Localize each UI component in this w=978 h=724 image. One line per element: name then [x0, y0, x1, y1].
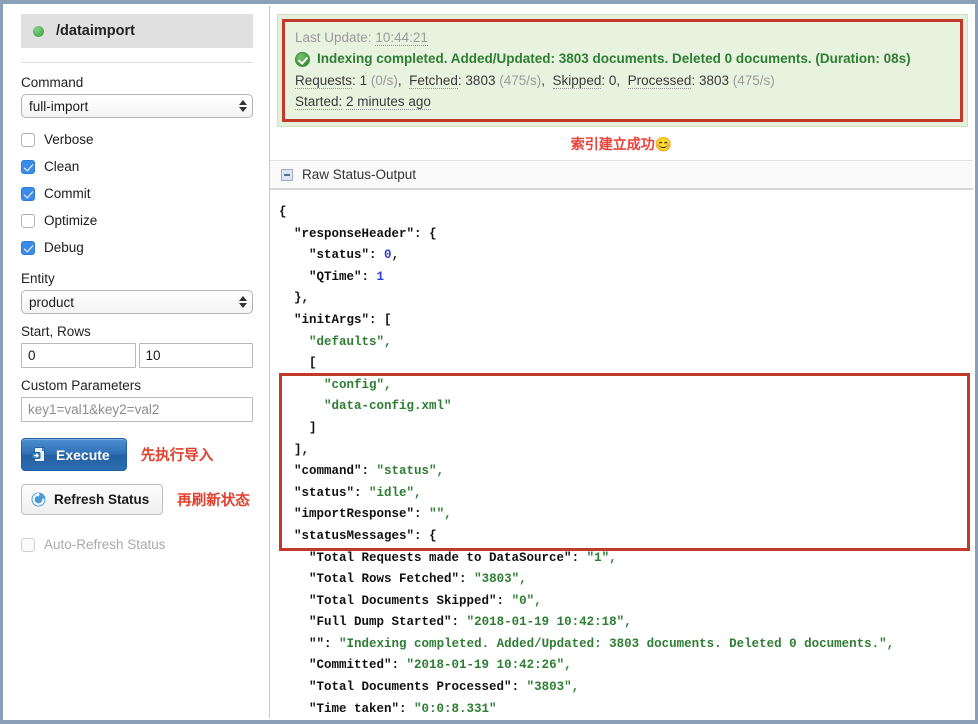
debug-label: Debug	[44, 240, 84, 255]
execute-icon	[31, 446, 46, 462]
last-update-label: Last Update:	[295, 30, 372, 45]
entity-label: Entity	[21, 271, 55, 286]
refresh-annotation: 再刷新状态	[177, 493, 250, 509]
commit-checkbox[interactable]	[21, 186, 35, 201]
checkbox-row-debug[interactable]: Debug	[21, 234, 253, 261]
dataimport-sidebar: /dataimport Command full-import Verbose …	[5, 6, 270, 718]
checkbox-row-verbose[interactable]: Verbose	[21, 126, 253, 153]
json-output: { "responseHeader": { "status": 0, "QTim…	[279, 205, 895, 716]
requests-rate: (0/s)	[370, 73, 398, 88]
command-select[interactable]: full-import	[21, 94, 253, 118]
auto-refresh-row[interactable]: Auto-Refresh Status	[21, 537, 253, 552]
auto-refresh-label: Auto-Refresh Status	[44, 537, 166, 552]
status-banner: Last Update: 10:44:21 Indexing completed…	[282, 19, 963, 122]
clean-label: Clean	[44, 159, 80, 174]
optimize-label: Optimize	[44, 213, 98, 228]
status-counters-line: Requests: 1 (0/s), Fetched: 3803 (475/s)…	[295, 73, 775, 89]
success-annotation: 索引建立成功😊	[570, 136, 673, 152]
custom-parameters-input[interactable]	[21, 397, 253, 422]
execute-row: Execute 先执行导入	[21, 438, 253, 471]
processed-value: 3803	[698, 73, 730, 88]
raw-status-output-header[interactable]: Raw Status-Output	[270, 160, 973, 190]
start-rows-row	[21, 343, 253, 368]
refresh-icon	[31, 492, 46, 507]
processed-rate: (475/s)	[732, 73, 775, 88]
execute-button[interactable]: Execute	[21, 438, 127, 471]
start-rows-label: Start, Rows	[21, 324, 91, 339]
entity-select-wrap: product	[21, 290, 253, 314]
started-label: Started:	[295, 94, 343, 110]
endpoint-label: /dataimport	[56, 23, 135, 39]
json-output-wrap: { "responseHeader": { "status": 0, "QTim…	[270, 190, 973, 718]
fetched-label: Fetched	[409, 73, 458, 89]
verbose-checkbox[interactable]	[21, 132, 35, 147]
refresh-status-button[interactable]: Refresh Status	[21, 484, 164, 515]
optimize-checkbox[interactable]	[21, 213, 35, 228]
collapse-minus-icon[interactable]	[281, 168, 293, 181]
divider	[21, 62, 253, 63]
requests-value: 1	[359, 73, 368, 88]
custom-parameters-label: Custom Parameters	[21, 378, 142, 393]
screenshot-frame: /dataimport Command full-import Verbose …	[0, 0, 978, 724]
checkbox-row-commit[interactable]: Commit	[21, 180, 253, 207]
fetched-rate: (475/s)	[499, 73, 542, 88]
checkbox-row-clean[interactable]: Clean	[21, 153, 253, 180]
processed-label: Processed	[627, 73, 692, 89]
fetched-value: 3803	[465, 73, 496, 88]
app-inner: /dataimport Command full-import Verbose …	[3, 4, 975, 720]
execute-button-label: Execute	[56, 446, 110, 463]
refresh-status-button-label: Refresh Status	[54, 492, 150, 507]
status-main-line: Indexing completed. Added/Updated: 3803 …	[295, 48, 950, 70]
success-check-icon	[295, 51, 310, 67]
command-label: Command	[21, 75, 84, 90]
started-line: Started: 2 minutes ago	[295, 91, 950, 112]
status-dot-icon	[33, 25, 44, 37]
commit-label: Commit	[44, 186, 91, 201]
entity-select[interactable]: product	[21, 290, 253, 314]
rows-input[interactable]	[138, 343, 253, 368]
verbose-label: Verbose	[44, 132, 94, 147]
refresh-row: Refresh Status 再刷新状态	[21, 484, 253, 515]
endpoint-header: /dataimport	[21, 14, 253, 48]
debug-checkbox[interactable]	[21, 240, 35, 255]
command-select-wrap: full-import	[21, 94, 253, 118]
clean-checkbox[interactable]	[21, 159, 35, 174]
checkbox-row-optimize[interactable]: Optimize	[21, 207, 253, 234]
main-panel: Last Update: 10:44:21 Indexing completed…	[270, 6, 973, 718]
last-update-value: 10:44:21	[375, 30, 428, 46]
start-input[interactable]	[21, 343, 136, 368]
auto-refresh-checkbox[interactable]	[21, 537, 35, 552]
execute-annotation: 先执行导入	[140, 448, 214, 464]
status-main-message: Indexing completed. Added/Updated: 3803 …	[317, 51, 911, 66]
raw-status-output-title: Raw Status-Output	[302, 167, 417, 182]
requests-label: Requests	[295, 73, 353, 89]
status-banner-outer: Last Update: 10:44:21 Indexing completed…	[277, 14, 968, 127]
skipped-label: Skipped	[552, 73, 602, 89]
last-update-line: Last Update: 10:44:21	[295, 27, 950, 48]
started-value: 2 minutes ago	[346, 94, 431, 110]
